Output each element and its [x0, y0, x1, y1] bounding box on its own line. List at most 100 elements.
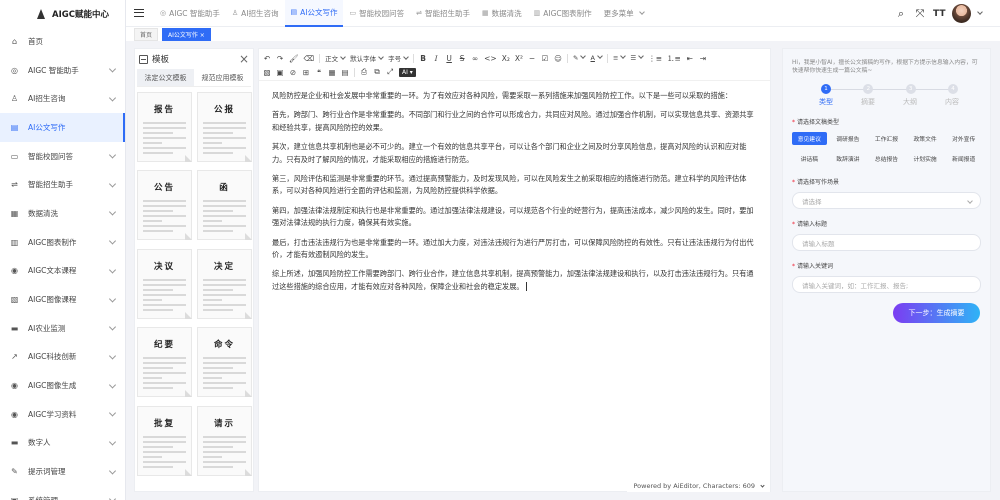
sidebar-item[interactable]: ▬ AI农业监测 — [0, 314, 125, 343]
undo-icon[interactable]: ↶ — [263, 54, 271, 63]
bullet-list-icon[interactable]: ⋮≡ — [648, 54, 662, 63]
doc-type-option[interactable]: 调研报告 — [831, 132, 866, 145]
fullscreen-icon[interactable]: ⤧ — [914, 7, 926, 21]
header-tab[interactable]: ▭ 智能校园问答 — [343, 0, 410, 27]
superscript-icon[interactable]: X² — [515, 54, 523, 63]
editor-paragraph[interactable]: 其次，建立信息共享机制也是必不可少的。建立一个有效的信息共享平台，可以让各个部门… — [272, 141, 758, 166]
sidebar-item[interactable]: ⇌ 智能招生助手 — [0, 170, 125, 199]
header-tab[interactable]: ⇌ 智能招生助手 — [410, 0, 476, 27]
highlight-icon[interactable]: ✎ — [573, 54, 585, 62]
underline-icon[interactable]: U — [445, 54, 453, 63]
keyword-input[interactable]: 请输入关键词，如：工作汇报、报告; — [792, 276, 981, 293]
doc-type-option[interactable]: 讲话稿 — [792, 152, 827, 165]
editor-paragraph[interactable]: 第四，加强法律法规制定和执行也是非常重要的。通过加强法律法规建设，可以规范各个行… — [272, 205, 758, 230]
doc-type-option[interactable]: 新闻报道 — [946, 152, 981, 165]
format-painter-icon[interactable]: ⧉ — [373, 67, 381, 77]
tag-home[interactable]: 首页 — [134, 27, 159, 41]
doc-type-option[interactable]: 致辞演讲 — [831, 152, 866, 165]
header-tab[interactable]: ◎ AIGC 智能助手 — [154, 0, 226, 27]
sidebar-item[interactable]: ▬ 数字人 — [0, 429, 125, 458]
italic-icon[interactable]: I — [432, 54, 440, 63]
eraser-icon[interactable]: ⌫ — [304, 54, 315, 63]
indent-decrease-icon[interactable]: ⇤ — [686, 54, 694, 63]
title-input[interactable]: 请输入标题 — [792, 234, 981, 251]
font-size-icon[interactable]: TT — [933, 9, 946, 19]
editor-paragraph[interactable]: 风险防控是企业和社会发展中非常重要的一环。为了有效应对各种风险，需要采取一系列措… — [272, 90, 758, 102]
header-tab[interactable]: ▥ AIGC图表制作 — [528, 0, 598, 27]
template-card[interactable]: 函 — [197, 170, 252, 241]
editor-paragraph[interactable]: 第三，风险评估和监测是非常重要的环节。通过提高预警能力，及时发现风险，可以在风险… — [272, 173, 758, 198]
doc-type-option[interactable]: 对外宣传 — [946, 132, 981, 145]
doc-type-option[interactable]: 政策文件 — [908, 132, 943, 145]
sidebar-item[interactable]: ◎ AIGC 智能助手 — [0, 56, 125, 85]
template-card[interactable]: 命令 — [197, 327, 252, 398]
editor-paragraph[interactable]: 首先，跨部门、跨行业合作是非常重要的。不同部门和行业之间的合作可以形成合力，共同… — [272, 109, 758, 134]
font-color-icon[interactable]: A — [590, 54, 601, 62]
chevron-down-icon[interactable] — [760, 482, 765, 488]
template-card[interactable]: 纪要 — [137, 327, 192, 398]
container-icon[interactable]: ▤ — [341, 68, 349, 77]
sidebar-item[interactable]: ✎ 提示词管理 — [0, 457, 125, 486]
code-icon[interactable]: <> — [484, 54, 497, 63]
more-menu[interactable]: 更多菜单 — [598, 0, 650, 27]
doc-type-option[interactable]: 总结报告 — [869, 152, 904, 165]
align-icon[interactable]: ≡ — [613, 54, 625, 62]
close-icon[interactable]: × — [239, 52, 249, 66]
heading-select[interactable]: 正文 — [325, 53, 345, 63]
indent-increase-icon[interactable]: ⇥ — [699, 54, 707, 63]
fullscreen-icon[interactable]: ⤢ — [386, 67, 394, 77]
sidebar-item[interactable]: ▤ AI公文写作 — [0, 113, 125, 142]
print-icon[interactable]: ⎙ — [360, 67, 368, 77]
template-card[interactable]: 批复 — [137, 405, 192, 476]
quote-icon[interactable]: ❝ — [315, 68, 323, 77]
sidebar-item[interactable]: ▣ 系统管理 — [0, 486, 125, 500]
attachment-icon[interactable]: ⊘ — [289, 68, 297, 77]
template-card[interactable]: 公告 — [137, 170, 192, 241]
minus-icon[interactable]: − — [528, 54, 536, 63]
scene-select[interactable]: 请选择 — [792, 192, 981, 209]
table-icon[interactable]: ▦ — [328, 68, 336, 77]
avatar[interactable] — [952, 4, 971, 23]
template-card[interactable]: 决定 — [197, 248, 252, 319]
chevron-down-icon[interactable] — [977, 9, 983, 15]
sidebar-item[interactable]: ◉ AIGC学习资料 — [0, 400, 125, 429]
sidebar-item[interactable]: ◉ AIGC文本课程 — [0, 257, 125, 286]
sidebar-item[interactable]: ◉ AIGC图像生成 — [0, 371, 125, 400]
doc-type-option[interactable]: 工作汇报 — [869, 132, 904, 145]
editor-paragraph[interactable]: 综上所述，加强风险防控工作需要跨部门、跨行业合作，建立信息共享机制，提高预警能力… — [272, 268, 758, 293]
emoji-icon[interactable]: ☺ — [554, 54, 562, 63]
bold-icon[interactable]: B — [419, 54, 427, 63]
font-size-select[interactable]: 字号 — [388, 53, 408, 63]
sidebar-item[interactable]: ♙ AI招生咨询 — [0, 84, 125, 113]
strikethrough-icon[interactable]: S — [458, 54, 466, 63]
editor-content[interactable]: 风险防控是企业和社会发展中非常重要的一环。为了有效应对各种风险，需要采取一系列措… — [259, 81, 770, 293]
tab-legal-templates[interactable]: 法定公文模板 — [137, 69, 194, 86]
ai-menu-button[interactable]: AI ▾ — [399, 67, 416, 77]
editor-paragraph[interactable]: 最后，打击违法违规行为也是非常重要的一环。通过加大力度，对违法违规行为进行严厉打… — [272, 237, 758, 262]
brush-icon[interactable]: 🖌 — [289, 54, 299, 63]
next-step-button[interactable]: 下一步：生成摘要 — [893, 303, 980, 323]
subscript-icon[interactable]: X₂ — [502, 54, 510, 63]
sidebar-item[interactable]: ▦ 数据清洗 — [0, 199, 125, 228]
template-card[interactable]: 公报 — [197, 92, 252, 162]
template-card[interactable]: 请示 — [197, 405, 252, 476]
sidebar-item[interactable]: ⌂ 首页 — [0, 27, 125, 56]
line-height-icon[interactable]: ☰ — [630, 54, 643, 62]
sidebar-item[interactable]: ▥ AIGC图表制作 — [0, 228, 125, 257]
sidebar-item[interactable]: ↗ AIGC科技创新 — [0, 343, 125, 372]
header-tab[interactable]: ▦ 数据清洗 — [476, 0, 528, 27]
tab-standard-templates[interactable]: 规范应用模板 — [194, 69, 251, 86]
image-icon[interactable]: ▧ — [263, 68, 271, 77]
header-tab[interactable]: ▤ AI公文写作 — [284, 0, 344, 27]
doc-type-option[interactable]: 计划实施 — [908, 152, 943, 165]
font-family-select[interactable]: 默认字体 — [350, 53, 383, 63]
template-card[interactable]: 决议 — [137, 248, 192, 319]
code-block-icon[interactable]: ⊞ — [302, 68, 310, 77]
redo-icon[interactable]: ↷ — [276, 54, 284, 63]
doc-type-option[interactable]: 意见建议 — [792, 132, 827, 145]
checkbox-icon[interactable]: ☑ — [541, 54, 549, 63]
menu-toggle-icon[interactable] — [134, 9, 144, 17]
ordered-list-icon[interactable]: ⒈≡ — [667, 53, 681, 64]
sidebar-item[interactable]: ▭ 智能校园问答 — [0, 142, 125, 171]
app-logo[interactable]: AIGC赋能中心 — [0, 0, 125, 27]
